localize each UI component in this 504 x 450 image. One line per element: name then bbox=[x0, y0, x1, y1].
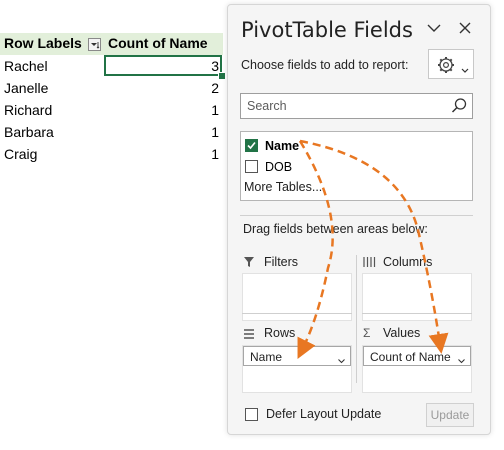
selected-cell-outline bbox=[104, 55, 222, 76]
pane-divider bbox=[240, 215, 473, 216]
sigma-icon: Σ bbox=[363, 326, 371, 340]
choose-fields-label: Choose fields to add to report: bbox=[241, 58, 409, 72]
rows-area-label: Rows bbox=[264, 326, 296, 340]
field-label: DOB bbox=[265, 160, 293, 174]
field-checkbox[interactable] bbox=[245, 160, 258, 173]
row-labels-header[interactable]: Row Labels bbox=[4, 35, 82, 51]
table-row[interactable]: Barbara 1 bbox=[0, 121, 223, 143]
pane-title: PivotTable Fields bbox=[241, 18, 413, 42]
values-area-label: Values bbox=[383, 326, 421, 340]
columns-area-label: Columns bbox=[383, 255, 433, 269]
rows-field-chip[interactable]: Name bbox=[243, 346, 351, 366]
defer-layout-label: Defer Layout Update bbox=[266, 407, 382, 421]
row-count: 1 bbox=[211, 124, 219, 140]
search-icon[interactable] bbox=[450, 97, 468, 120]
table-row[interactable]: Richard 1 bbox=[0, 99, 223, 121]
defer-layout-checkbox[interactable] bbox=[245, 408, 258, 421]
filter-icon bbox=[243, 255, 255, 273]
row-label: Janelle bbox=[4, 80, 49, 96]
search-input[interactable]: Search bbox=[240, 93, 473, 119]
table-row[interactable]: Janelle 2 bbox=[0, 77, 223, 99]
values-field-chip[interactable]: Count of Name bbox=[363, 346, 471, 366]
chip-label: Name bbox=[250, 350, 283, 364]
table-row[interactable]: Craig 1 bbox=[0, 143, 223, 165]
row-count: 2 bbox=[211, 80, 219, 96]
more-tables-link[interactable]: More Tables... bbox=[244, 180, 322, 194]
filter-dropdown-icon[interactable] bbox=[88, 38, 101, 51]
drag-fields-label: Drag fields between areas below: bbox=[243, 222, 428, 236]
fill-handle[interactable] bbox=[218, 72, 226, 80]
pivot-header-row: Row Labels Count of Name bbox=[0, 33, 223, 55]
row-count: 1 bbox=[211, 102, 219, 118]
row-label: Rachel bbox=[4, 58, 48, 74]
count-of-name-header[interactable]: Count of Name bbox=[108, 35, 208, 51]
area-separator bbox=[356, 255, 357, 383]
row-label: Richard bbox=[4, 102, 53, 118]
rows-icon bbox=[243, 327, 255, 345]
row-label: Barbara bbox=[4, 124, 54, 140]
tools-settings-button[interactable] bbox=[428, 49, 474, 79]
chip-label: Count of Name bbox=[370, 350, 451, 364]
field-list: Name DOB More Tables... bbox=[240, 131, 473, 201]
field-checkbox-checked[interactable] bbox=[245, 139, 258, 152]
update-button[interactable]: Update bbox=[426, 403, 474, 427]
chevron-down-icon[interactable] bbox=[458, 353, 465, 367]
search-placeholder: Search bbox=[247, 99, 287, 113]
area-separator bbox=[242, 313, 352, 314]
values-drop-area[interactable]: Count of Name bbox=[362, 345, 472, 393]
rows-drop-area[interactable]: Name bbox=[242, 345, 352, 393]
chevron-down-icon bbox=[461, 61, 469, 79]
chevron-down-icon[interactable] bbox=[338, 353, 345, 367]
gear-icon bbox=[436, 55, 456, 80]
area-separator bbox=[362, 313, 472, 314]
pivottable-fields-pane: PivotTable Fields Choose fields to add t… bbox=[227, 4, 491, 435]
close-icon[interactable] bbox=[456, 19, 474, 37]
row-label: Craig bbox=[4, 146, 38, 162]
columns-icon bbox=[363, 255, 376, 273]
row-count: 1 bbox=[211, 146, 219, 162]
filters-area-label: Filters bbox=[264, 255, 299, 269]
chevron-down-icon[interactable] bbox=[425, 19, 443, 37]
field-label: Name bbox=[265, 139, 300, 153]
